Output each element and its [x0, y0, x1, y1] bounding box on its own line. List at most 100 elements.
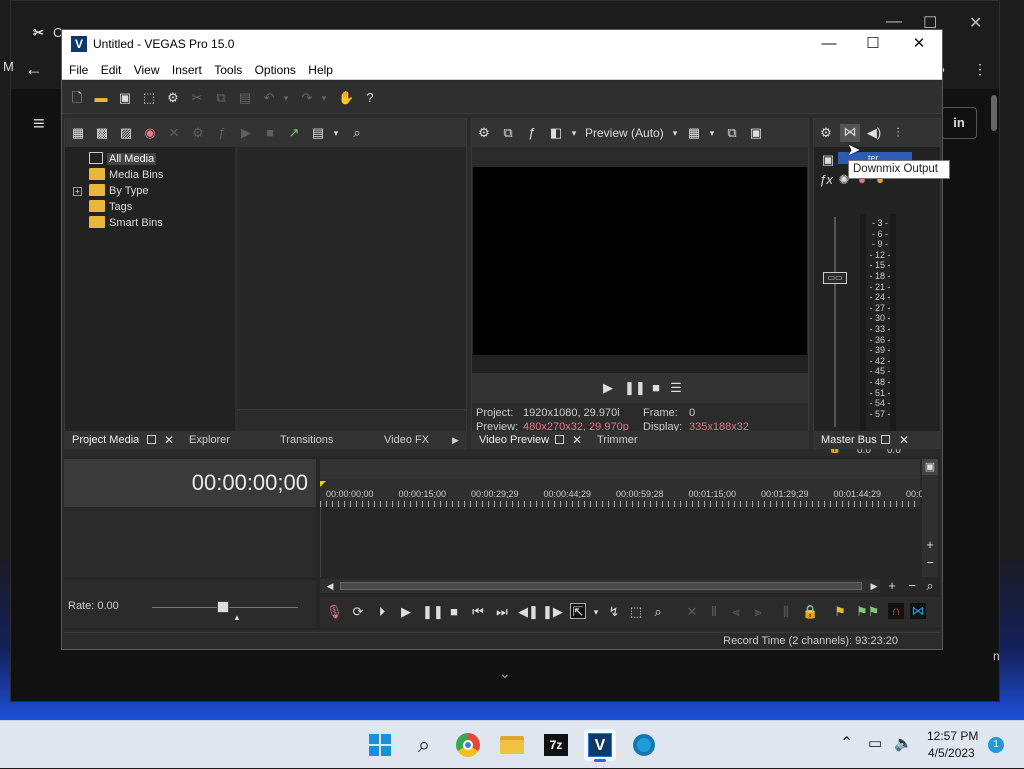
menu-insert[interactable]: Insert — [165, 60, 202, 77]
media-fx-icon[interactable]: ƒ — [214, 125, 230, 141]
trim-end-icon[interactable]: ⫸ — [750, 604, 766, 620]
preview-menu-icon[interactable]: ☰ — [668, 380, 684, 396]
properties-gear-icon[interactable]: ⚙ — [165, 90, 181, 106]
notification-badge[interactable]: 1 — [988, 737, 1004, 753]
menu-help[interactable]: Help — [301, 60, 333, 77]
redo-dropdown-icon[interactable]: ▾ — [316, 90, 332, 106]
scroll-left-icon[interactable]: ◀ — [322, 578, 338, 594]
scroll-right-icon[interactable]: ▶ — [866, 578, 882, 594]
zoom-in-horizontal-icon[interactable]: + — [884, 578, 900, 594]
import-media-icon[interactable]: ▦ — [70, 125, 86, 141]
close-tab-icon[interactable]: ✕ — [572, 431, 582, 449]
auto-ripple-icon[interactable]: ⋈ — [910, 603, 926, 619]
network-icon[interactable]: ▭ — [868, 734, 882, 752]
close-button[interactable]: ✕ — [896, 30, 942, 60]
pause-icon[interactable]: ❚❚ — [624, 380, 646, 396]
undock-icon[interactable] — [555, 435, 564, 444]
paste-icon[interactable]: ▤ — [237, 90, 253, 106]
tree-by-type[interactable]: + By Type — [73, 183, 149, 199]
more-options-icon[interactable]: ⋮ — [973, 61, 987, 78]
master-fader-handle[interactable]: ▭▭ — [823, 272, 847, 284]
master-box-icon[interactable]: ▣ — [820, 152, 836, 168]
start-preview-icon[interactable]: ▶ — [238, 125, 254, 141]
preview-quality-select[interactable]: Preview (Auto) — [585, 126, 664, 140]
media-properties-icon[interactable]: ⚙ — [190, 125, 206, 141]
menu-view[interactable]: View — [127, 60, 160, 77]
tab-video-fx[interactable]: Video FX — [384, 431, 429, 449]
play-from-start-icon[interactable]: ⏵ — [374, 604, 390, 620]
trim-start-icon[interactable]: ⫷ — [728, 604, 744, 620]
background-close-icon[interactable]: ✕ — [969, 13, 982, 33]
envelope-tool-icon[interactable]: ↯ — [606, 604, 622, 620]
split-screen-dropdown-icon[interactable]: ▾ — [566, 125, 582, 141]
split-icon[interactable]: ⫼ — [778, 604, 794, 620]
tab-master-bus[interactable]: Master Bus — [821, 431, 877, 449]
clock-date[interactable]: 4/5/2023 — [928, 746, 975, 760]
menu-tools[interactable]: Tools — [207, 60, 242, 77]
whats-this-help-icon[interactable]: ? — [362, 90, 378, 106]
overlays-grid-icon[interactable]: ▦ — [686, 125, 702, 141]
tree-all-media[interactable]: All Media — [89, 151, 157, 167]
title-bar[interactable]: V Untitled - VEGAS Pro 15.0 — ☐ ✕ — [62, 30, 942, 60]
copy-snapshot-icon[interactable]: ⧉ — [724, 125, 740, 141]
delete-icon[interactable]: ✕ — [684, 604, 700, 620]
pause-icon[interactable]: ❚❚ — [422, 604, 444, 620]
capture-video-icon[interactable]: ▩ — [94, 125, 110, 141]
tree-media-bins[interactable]: Media Bins — [89, 167, 163, 183]
start-button[interactable] — [364, 729, 396, 761]
master-properties-icon[interactable]: ⚙ — [818, 125, 834, 141]
views-dropdown-icon[interactable]: ▾ — [328, 125, 344, 141]
clock-time[interactable]: 12:57 PM — [927, 729, 978, 743]
remove-media-icon[interactable]: ✕ — [166, 125, 182, 141]
zoom-in-vertical-icon[interactable]: + — [922, 537, 938, 553]
back-arrow-icon[interactable]: ← — [25, 59, 43, 80]
tab-explorer[interactable]: Explorer — [189, 431, 230, 449]
zoom-tool-icon[interactable]: ⌕ — [922, 578, 938, 594]
preview-properties-icon[interactable]: ⚙ — [476, 125, 492, 141]
normal-edit-tool-icon[interactable]: ⇱ — [570, 603, 586, 619]
tab-scroll-right-icon[interactable]: ▶ — [452, 431, 459, 449]
maximize-button[interactable]: ☐ — [850, 30, 896, 60]
timecode-display[interactable]: 00:00:00;00 — [192, 470, 308, 496]
track-area[interactable] — [320, 507, 920, 577]
hamburger-menu-icon[interactable]: ≡ — [33, 113, 45, 136]
previous-frame-icon[interactable]: ◀❚ — [518, 604, 539, 620]
split-screen-icon[interactable]: ◧ — [548, 125, 564, 141]
undo-dropdown-icon[interactable]: ▾ — [278, 90, 294, 106]
zoom-out-vertical-icon[interactable]: − — [922, 555, 938, 571]
play-icon[interactable]: ▶ — [600, 380, 616, 396]
close-tab-icon[interactable]: ✕ — [164, 431, 174, 449]
redo-icon[interactable]: ↷ — [299, 90, 315, 106]
minimize-button[interactable]: — — [806, 30, 852, 60]
tree-smart-bins[interactable]: Smart Bins — [89, 215, 163, 231]
chrome-app[interactable] — [452, 729, 484, 761]
tab-transitions[interactable]: Transitions — [280, 431, 333, 449]
timeline-ruler[interactable]: 00:00:00;00 00:00:15;00 00:00:29;29 00:00:4… — [320, 459, 929, 507]
views-icon[interactable]: ▤ — [310, 125, 326, 141]
get-media-icon[interactable]: ▨ — [118, 125, 134, 141]
edit-tool-dropdown-icon[interactable]: ▾ — [588, 604, 604, 620]
marker-flag-icon[interactable]: ▣ — [922, 459, 938, 475]
menu-file[interactable]: File — [62, 60, 88, 77]
background-app-side-button[interactable]: in — [941, 107, 977, 139]
background-app-scrollbar[interactable] — [991, 95, 997, 131]
search-button[interactable]: ⌕ — [408, 729, 440, 761]
tree-tags[interactable]: Tags — [89, 199, 132, 215]
stop-icon[interactable]: ■ — [446, 604, 462, 620]
selection-tool-icon[interactable]: ⬚ — [628, 604, 644, 620]
open-project-icon[interactable]: ▬ — [93, 90, 109, 106]
snapping-magnet-icon[interactable]: ∩ — [888, 603, 904, 619]
chevron-down-icon[interactable]: ⌄ — [499, 665, 511, 682]
video-output-fx-icon[interactable]: ƒ — [524, 125, 540, 141]
horizontal-scrollbar[interactable]: ◀ ▶ — [320, 579, 880, 593]
save-icon[interactable]: ▣ — [117, 90, 133, 106]
file-explorer-app[interactable] — [496, 729, 528, 761]
copy-icon[interactable]: ⧉ — [213, 90, 229, 106]
cut-icon[interactable]: ✂ — [189, 90, 205, 106]
web-media-icon[interactable]: ◉ — [142, 125, 158, 141]
7zip-app[interactable]: 7z — [540, 729, 572, 761]
auto-preview-icon[interactable]: ↗ — [286, 125, 302, 141]
tab-project-media[interactable]: Project Media — [72, 431, 139, 449]
tab-trimmer[interactable]: Trimmer — [597, 431, 638, 449]
zoom-out-horizontal-icon[interactable]: − — [904, 578, 920, 594]
